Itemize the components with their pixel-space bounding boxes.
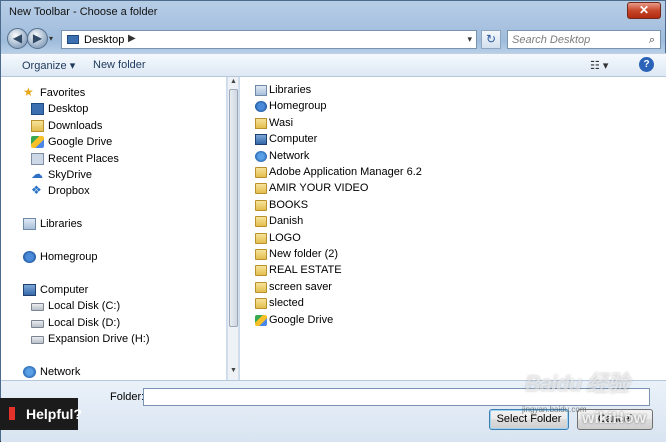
downloads-folder-icon [31, 120, 44, 132]
file-list: Libraries Homegroup Wasi Computer Networ… [240, 77, 666, 380]
wikihow-watermark: wikiHow [582, 410, 647, 427]
star-icon: ★ [23, 85, 34, 99]
nav-label: Computer [40, 284, 89, 296]
breadcrumb-separator-icon[interactable]: ▶ [128, 33, 136, 44]
nav-label: Recent Places [48, 153, 119, 165]
search-input[interactable] [512, 33, 632, 46]
google-drive-icon [31, 136, 44, 148]
dropbox-icon: ❖ [31, 183, 42, 197]
folder-icon [255, 167, 267, 178]
folder-icon [255, 298, 267, 309]
search-icon[interactable]: ⌕ [649, 34, 655, 47]
nav-label: Local Disk (C:) [48, 300, 121, 312]
title-bar: New Toolbar - Choose a folder ✕ [1, 1, 666, 25]
folder-icon [255, 200, 267, 211]
nav-label: Google Drive [48, 136, 113, 148]
list-item-label: BOOKS [269, 199, 309, 211]
hard-disk-icon [31, 320, 44, 328]
close-button[interactable]: ✕ [627, 2, 661, 19]
list-item-label: REAL ESTATE [269, 264, 342, 276]
views-button[interactable]: ☷ ▾ [590, 59, 608, 72]
list-item-label: Danish [269, 215, 304, 227]
address-toolbar: ◀ ▶ ▾ Desktop ▶ ▾ ↻ ⌕ [1, 25, 666, 53]
cloud-icon: ☁ [31, 167, 43, 181]
list-item-label: screen saver [269, 281, 332, 293]
hard-disk-icon [31, 303, 44, 311]
nav-label: Expansion Drive (H:) [48, 333, 150, 345]
network-icon [23, 366, 36, 378]
folder-icon [255, 265, 267, 276]
scroll-thumb[interactable] [229, 89, 238, 327]
helpful-badge[interactable]: Helpful? [0, 398, 82, 430]
list-item-label: Libraries [269, 84, 312, 96]
helpful-label: Helpful? [26, 406, 82, 422]
navigation-pane: ★ Favorites Desktop Downloads Google Dri… [1, 77, 226, 380]
nav-label: Libraries [40, 218, 83, 230]
folder-icon [255, 249, 267, 260]
desktop-icon [31, 103, 44, 115]
libraries-icon [23, 218, 36, 230]
scroll-up-icon[interactable]: ▲ [230, 78, 237, 85]
list-item-label: Adobe Application Manager 6.2 [269, 166, 422, 178]
nav-label: Dropbox [48, 185, 90, 197]
watermark-url: jingyan.baidu.com [522, 405, 587, 414]
nav-label: Homegroup [40, 251, 98, 263]
nav-label: Local Disk (D:) [48, 317, 121, 329]
list-item-label: LOGO [269, 232, 301, 244]
search-box[interactable]: ⌕ [507, 30, 661, 49]
list-item-label: Homegroup [269, 100, 327, 112]
hard-disk-icon [31, 336, 44, 344]
nav-label: Network [40, 366, 81, 378]
list-item-label: New folder (2) [269, 248, 339, 260]
folder-icon [255, 233, 267, 244]
refresh-button[interactable]: ↻ [481, 30, 501, 49]
navigation-scrollbar[interactable]: ▲ ▼ [227, 77, 239, 380]
scroll-down-icon[interactable]: ▼ [230, 367, 237, 374]
homegroup-icon [23, 251, 36, 263]
list-item-label: AMIR YOUR VIDEO [269, 182, 369, 194]
back-button[interactable]: ◀ [7, 28, 28, 49]
nav-label: Favorites [40, 87, 86, 99]
nav-label: SkyDrive [48, 169, 93, 181]
folder-icon [255, 183, 267, 194]
list-item-label: Computer [269, 133, 318, 145]
computer-icon [23, 284, 36, 296]
list-item-label: Network [269, 150, 310, 162]
help-button[interactable]: ? [639, 57, 654, 72]
computer-icon [255, 134, 267, 145]
command-bar: Organize ▾ New folder ☷ ▾ ? [1, 53, 666, 77]
nav-label: Downloads [48, 120, 103, 132]
forward-button[interactable]: ▶ [27, 28, 48, 49]
address-location[interactable]: Desktop [84, 34, 124, 46]
recent-places-icon [31, 153, 44, 165]
organize-button[interactable]: Organize ▾ [22, 59, 75, 72]
folder-label: Folder: [110, 391, 145, 403]
window-title: New Toolbar - Choose a folder [9, 6, 158, 18]
list-item-label: Google Drive [269, 314, 334, 326]
new-folder-button[interactable]: New folder [93, 59, 146, 71]
address-field[interactable]: Desktop ▶ ▾ [61, 30, 477, 49]
desktop-icon [67, 35, 79, 44]
recent-pages-chevron-icon[interactable]: ▾ [49, 34, 53, 43]
nav-label: Desktop [48, 103, 89, 115]
homegroup-icon [255, 101, 267, 112]
address-dropdown-icon[interactable]: ▾ [467, 34, 472, 45]
folder-icon [255, 282, 267, 293]
google-drive-icon [255, 315, 267, 326]
list-item-label: slected [269, 297, 304, 309]
folder-icon [255, 216, 267, 227]
baidu-watermark: Baidu 经验 [525, 371, 629, 396]
flag-icon [9, 407, 15, 420]
user-folder-icon [255, 118, 267, 129]
network-icon [255, 151, 267, 162]
list-item-label: Wasi [269, 117, 294, 129]
libraries-icon [255, 85, 267, 96]
